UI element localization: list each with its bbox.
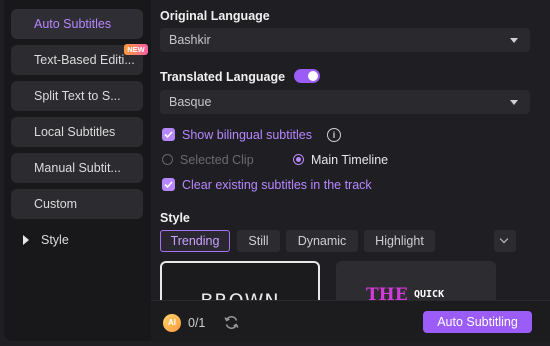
- sidebar-item-label: Local Subtitles: [34, 125, 116, 139]
- original-language-select[interactable]: Bashkir: [160, 28, 530, 52]
- auto-subtitling-button[interactable]: Auto Subtitling: [423, 311, 532, 333]
- sidebar-item-label: Style: [41, 233, 69, 247]
- refresh-icon[interactable]: [223, 314, 240, 331]
- selected-clip-label: Selected Clip: [180, 153, 254, 167]
- sidebar: Auto Subtitles Text-Based Editi... NEW S…: [4, 0, 151, 341]
- sidebar-item-local-subtitles[interactable]: Local Subtitles: [11, 117, 143, 147]
- translated-language-select[interactable]: Basque: [160, 90, 530, 114]
- bilingual-subtitles-label: Show bilingual subtitles: [182, 128, 312, 142]
- sidebar-item-label: Custom: [34, 197, 78, 211]
- translated-language-value: Basque: [169, 95, 212, 109]
- clear-existing-label: Clear existing subtitles in the track: [182, 178, 372, 192]
- style-preview-text: QUICK: [414, 289, 445, 300]
- style-label: Style: [160, 211, 190, 225]
- tab-still[interactable]: Still: [237, 230, 280, 252]
- bilingual-subtitles-checkbox[interactable]: [162, 128, 175, 141]
- info-icon[interactable]: i: [327, 128, 341, 142]
- expand-styles-button[interactable]: [494, 230, 516, 252]
- tab-highlight[interactable]: Highlight: [364, 230, 435, 252]
- translated-language-toggle[interactable]: [294, 69, 320, 83]
- auto-subtitles-panel: Auto Subtitles Text-Based Editi... NEW S…: [0, 0, 550, 346]
- translated-language-label: Translated Language: [160, 70, 286, 84]
- tab-dynamic[interactable]: Dynamic: [286, 230, 358, 252]
- sidebar-item-label: Auto Subtitles: [34, 17, 112, 31]
- tab-trending[interactable]: Trending: [160, 230, 230, 252]
- sidebar-item-split-text[interactable]: Split Text to S...: [11, 81, 143, 111]
- new-badge: NEW: [124, 44, 148, 55]
- chevron-down-icon: [510, 38, 518, 43]
- credit-count: 0/1: [188, 316, 206, 330]
- ai-credit-icon: AI: [163, 314, 181, 332]
- sidebar-item-label: Manual Subtit...: [34, 161, 121, 175]
- caret-right-icon: [23, 235, 29, 245]
- clear-existing-checkbox[interactable]: [162, 178, 175, 191]
- main-timeline-radio[interactable]: [293, 154, 304, 165]
- sidebar-item-label: Split Text to S...: [34, 89, 121, 103]
- selected-clip-radio[interactable]: [162, 154, 173, 165]
- original-language-label: Original Language: [160, 9, 270, 23]
- sidebar-item-label: Text-Based Editi...: [34, 53, 135, 67]
- sidebar-item-style[interactable]: Style: [11, 225, 143, 255]
- check-icon: [164, 181, 173, 189]
- sidebar-item-custom[interactable]: Custom: [11, 189, 143, 219]
- footer-bar: AI 0/1 Auto Subtitling: [151, 300, 550, 342]
- chevron-down-icon: [499, 234, 509, 244]
- check-icon: [164, 131, 173, 139]
- toggle-knob: [308, 71, 318, 81]
- main-timeline-label: Main Timeline: [311, 153, 389, 167]
- sidebar-item-manual-subtitles[interactable]: Manual Subtit...: [11, 153, 143, 183]
- sidebar-item-auto-subtitles[interactable]: Auto Subtitles: [11, 9, 143, 39]
- main-content: Original Language Bashkir Translated Lan…: [151, 0, 550, 346]
- chevron-down-icon: [510, 100, 518, 105]
- original-language-value: Bashkir: [169, 33, 211, 47]
